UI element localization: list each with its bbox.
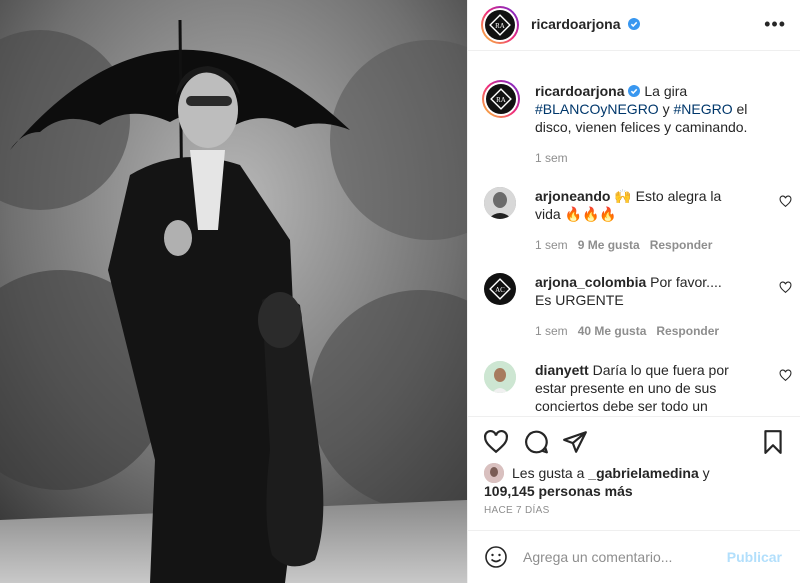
author-avatar[interactable]: RA <box>481 6 519 44</box>
comment-bubble-icon[interactable] <box>523 429 549 455</box>
comment-username[interactable]: dianyett <box>535 362 589 378</box>
likes-count[interactable]: 109,145 personas más <box>484 483 633 499</box>
comment-item: AC arjona_colombia Por favor.... Es URGE… <box>484 273 792 343</box>
commenter-avatar[interactable] <box>484 187 516 219</box>
hashtag-link[interactable]: #BLANCOyNEGRO <box>535 101 659 117</box>
photo-image <box>0 0 467 583</box>
caption-text: ricardoarjona La gira #BLANCOyNEGRO y #N… <box>535 82 760 136</box>
comment-username[interactable]: arjona_colombia <box>535 274 646 290</box>
ac-logo-icon: AC <box>489 278 511 300</box>
liker-username[interactable]: _gabrielamedina <box>588 465 699 481</box>
likes-prefix: Les gusta a <box>512 465 589 481</box>
post-photo[interactable] <box>0 0 467 583</box>
commenter-avatar[interactable] <box>484 361 516 393</box>
like-comment-heart-icon[interactable] <box>779 281 792 294</box>
hashtag-link[interactable]: #NEGRO <box>673 101 732 117</box>
add-comment-bar: Agrega un comentario... Publicar <box>468 530 800 583</box>
like-comment-heart-icon[interactable] <box>779 369 792 382</box>
more-options-icon[interactable]: ••• <box>764 14 786 35</box>
svg-text:RA: RA <box>496 96 506 104</box>
comment-item: arjoneando 🙌 Esto alegra la vida 🔥🔥🔥 1 s… <box>484 187 792 257</box>
like-heart-icon[interactable] <box>483 429 509 455</box>
comment-meta: 1 sem 9 Me gusta Responder <box>535 238 712 252</box>
ra-logo-icon: RA <box>489 14 511 36</box>
comment-likes[interactable]: 40 Me gusta <box>578 324 647 338</box>
author-header-row: ricardoarjona <box>531 16 641 32</box>
comment-username[interactable]: arjoneando <box>535 188 610 204</box>
avatar-initials: RA <box>495 22 505 30</box>
comment-text: arjona_colombia Por favor.... Es URGENTE <box>535 273 740 309</box>
caption-part: La gira <box>640 83 688 99</box>
reply-button[interactable]: Responder <box>650 238 713 252</box>
commenter-avatar[interactable]: AC <box>484 273 516 305</box>
comment-text: dianyett Daría lo que fuera por estar pr… <box>535 361 740 415</box>
comment-time[interactable]: 1 sem <box>535 238 568 252</box>
post-comment-button[interactable]: Publicar <box>727 549 782 565</box>
comment-input[interactable]: Agrega un comentario... <box>523 549 672 565</box>
svg-text:AC: AC <box>495 286 505 294</box>
post-timestamp[interactable]: HACE 7 DÍAS <box>484 505 550 516</box>
comment-item: dianyett Daría lo que fuera por estar pr… <box>484 361 792 415</box>
emoji-icon[interactable] <box>484 545 508 569</box>
comment-time[interactable]: 1 sem <box>535 324 568 338</box>
post-panel: RA ricardoarjona ••• RA ricardoarjona La… <box>467 0 800 583</box>
caption: RA ricardoarjona La gira #BLANCOyNEGRO y… <box>482 80 784 172</box>
caption-avatar[interactable]: RA <box>482 80 520 118</box>
like-comment-heart-icon[interactable] <box>779 195 792 208</box>
save-bookmark-icon[interactable] <box>760 429 786 455</box>
comment-text: arjoneando 🙌 Esto alegra la vida 🔥🔥🔥 <box>535 187 740 223</box>
verified-badge-icon <box>628 18 641 30</box>
likes-mid: y <box>698 465 710 481</box>
post-actions: Les gusta a _gabrielamedina y 109,145 pe… <box>468 416 800 540</box>
person-photo-icon <box>484 187 516 219</box>
likes-summary: Les gusta a _gabrielamedina y 109,145 pe… <box>484 464 784 500</box>
verified-badge-icon <box>628 85 641 97</box>
comment-likes[interactable]: 9 Me gusta <box>578 238 640 252</box>
caption-username[interactable]: ricardoarjona <box>535 83 624 99</box>
comments-list[interactable]: RA ricardoarjona La gira #BLANCOyNEGRO y… <box>468 51 800 415</box>
share-paper-plane-icon[interactable] <box>562 429 588 455</box>
person-photo-icon <box>484 361 516 393</box>
caption-part: y <box>658 101 674 117</box>
caption-time[interactable]: 1 sem <box>535 151 568 165</box>
author-username[interactable]: ricardoarjona <box>531 16 620 32</box>
reply-button[interactable]: Responder <box>656 324 719 338</box>
post-header: RA ricardoarjona ••• <box>468 0 800 51</box>
ra-logo-icon: RA <box>490 88 512 110</box>
comment-meta: 1 sem 40 Me gusta Responder <box>535 324 719 338</box>
